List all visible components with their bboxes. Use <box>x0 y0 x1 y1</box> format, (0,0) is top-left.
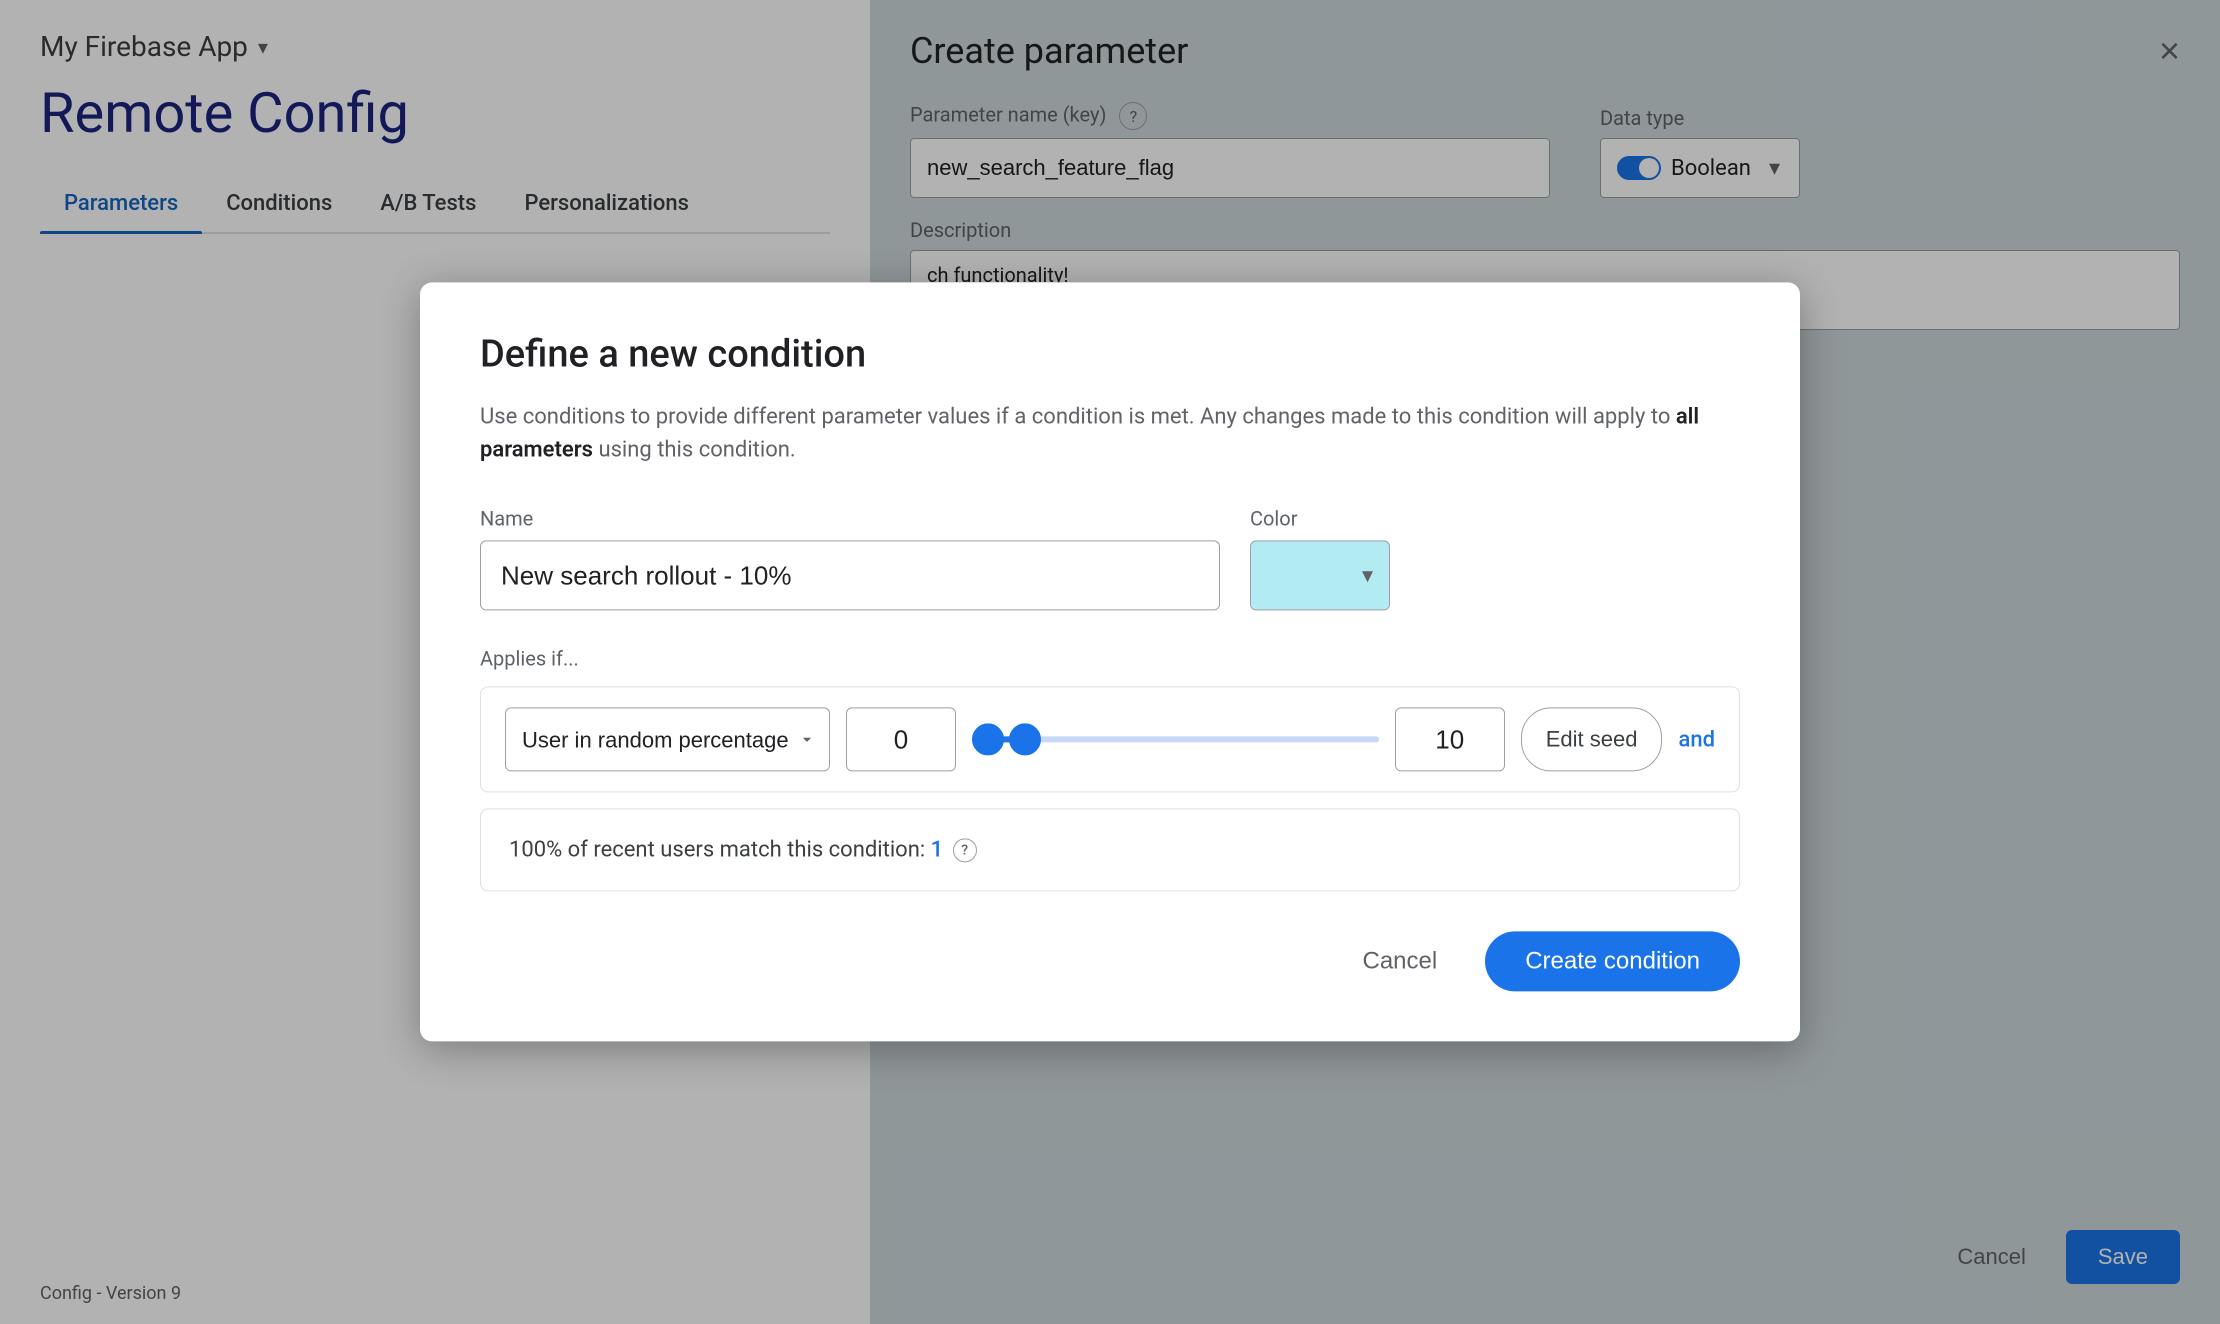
modal-desc-text1: Use conditions to provide different para… <box>480 404 1670 429</box>
condition-color-picker[interactable]: ▾ <box>1250 540 1390 610</box>
color-dropdown-arrow-icon: ▾ <box>1362 563 1373 588</box>
range-end-input[interactable] <box>1395 707 1505 771</box>
match-count: 1 <box>931 837 944 862</box>
modal-desc-text3: using this condition. <box>598 437 795 462</box>
applies-if-label: Applies if... <box>480 646 1740 670</box>
slider-thumb-right[interactable] <box>1009 723 1041 755</box>
modal-title: Define a new condition <box>480 332 1740 376</box>
define-condition-modal: Define a new condition Use conditions to… <box>420 282 1800 1041</box>
modal-create-button[interactable]: Create condition <box>1485 932 1740 992</box>
condition-color-label: Color <box>1250 506 1390 530</box>
slider-container[interactable] <box>972 707 1379 771</box>
modal-description: Use conditions to provide different para… <box>480 400 1740 466</box>
name-color-row: Name Color ▾ <box>480 506 1740 610</box>
condition-row: User in random percentage Edit seed and <box>480 686 1740 792</box>
edit-seed-button[interactable]: Edit seed <box>1521 707 1663 771</box>
slider-track <box>972 736 1379 742</box>
and-link[interactable]: and <box>1678 727 1715 752</box>
match-info-text: 100% of recent users match this conditio… <box>509 837 925 862</box>
modal-cancel-button[interactable]: Cancel <box>1339 934 1462 990</box>
condition-name-label: Name <box>480 506 1220 530</box>
match-info-help-icon[interactable]: ? <box>953 839 977 863</box>
condition-name-input[interactable] <box>480 540 1220 610</box>
condition-color-group: Color ▾ <box>1250 506 1390 610</box>
condition-type-select[interactable]: User in random percentage <box>505 707 830 771</box>
condition-name-group: Name <box>480 506 1220 610</box>
match-info-box: 100% of recent users match this conditio… <box>480 808 1740 891</box>
range-start-input[interactable] <box>846 707 956 771</box>
modal-footer: Cancel Create condition <box>480 932 1740 992</box>
slider-thumb-left[interactable] <box>972 723 1004 755</box>
